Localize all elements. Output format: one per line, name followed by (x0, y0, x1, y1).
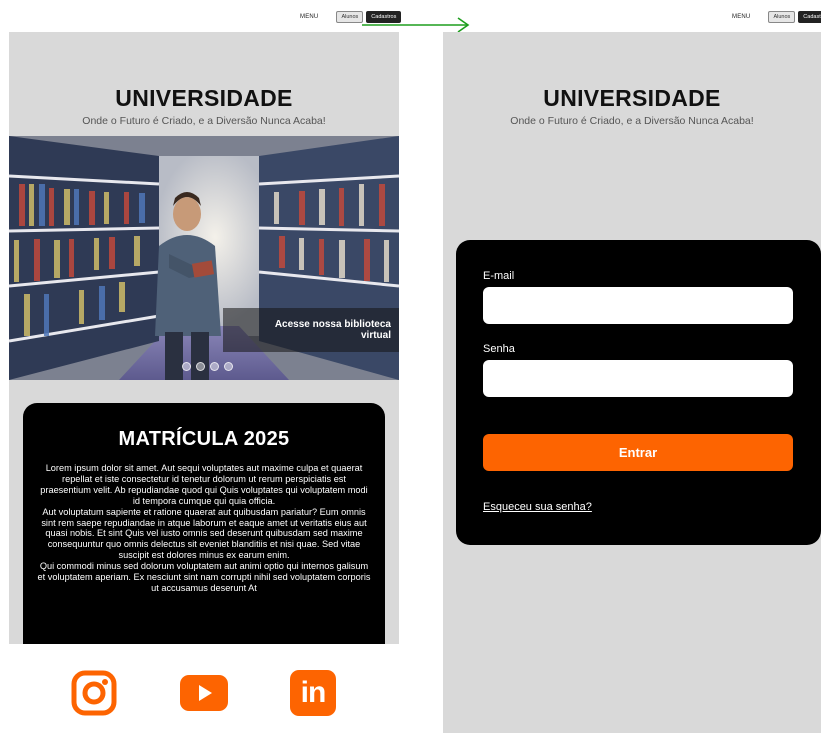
carousel-dot[interactable] (182, 362, 191, 371)
page-subtitle: Onde o Futuro é Criado, e a Diversão Nun… (82, 115, 326, 127)
carousel-dots (182, 362, 233, 371)
instagram-icon (71, 670, 117, 716)
password-field[interactable] (483, 360, 793, 397)
carousel-dot[interactable] (196, 362, 205, 371)
instagram-link[interactable] (71, 670, 117, 716)
menu-label[interactable]: MENU (732, 14, 750, 20)
youtube-link[interactable] (180, 675, 228, 711)
alunos-button[interactable]: Alunos (768, 11, 796, 23)
youtube-icon (180, 675, 228, 711)
login-card: E-mail Senha Entrar Esqueceu sua senha? (456, 240, 821, 545)
library-carousel[interactable]: Acesse nossa biblioteca virtual (9, 136, 399, 380)
enrollment-title: MATRÍCULA 2025 (118, 428, 290, 450)
page-subtitle: Onde o Futuro é Criado, e a Diversão Nun… (510, 115, 754, 127)
page-title: UNIVERSIDADE (115, 85, 293, 111)
password-label: Senha (483, 343, 515, 355)
page-title: UNIVERSIDADE (543, 85, 721, 111)
hero-caption[interactable]: Acesse nossa biblioteca virtual (223, 308, 399, 352)
alunos-button[interactable]: Alunos (336, 11, 364, 23)
carousel-dot[interactable] (224, 362, 233, 371)
login-button[interactable]: Entrar (483, 434, 793, 471)
linkedin-icon: in (300, 676, 327, 709)
cadastros-button[interactable]: Cadastros (798, 11, 821, 23)
menu-label[interactable]: MENU (300, 14, 318, 20)
email-label: E-mail (483, 270, 515, 282)
forgot-password-link[interactable]: Esqueceu sua senha? (483, 501, 592, 513)
email-field[interactable] (483, 287, 793, 324)
enrollment-card: MATRÍCULA 2025 Lorem ipsum dolor sit ame… (23, 403, 385, 644)
carousel-dot[interactable] (210, 362, 219, 371)
home-screen: UNIVERSIDADE Onde o Futuro é Criado, e a… (9, 32, 399, 644)
linkedin-link[interactable]: in (290, 670, 336, 716)
enrollment-body: Lorem ipsum dolor sit amet. Aut sequi vo… (37, 463, 371, 593)
top-nav-right: MENU Alunos Cadastros (732, 11, 821, 23)
